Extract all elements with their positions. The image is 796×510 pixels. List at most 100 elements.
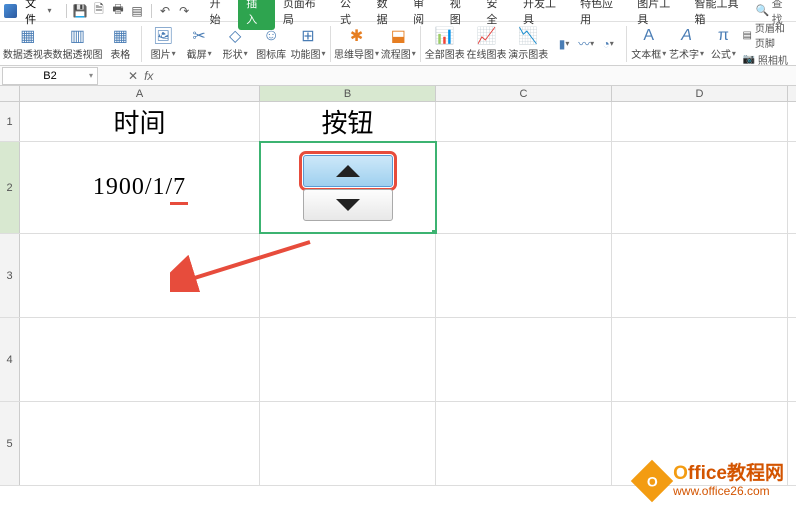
cell-b1[interactable]: 按钮: [260, 102, 436, 141]
picture-icon: 🖼: [153, 26, 173, 46]
screenshot-button[interactable]: ✂截屏▾: [182, 24, 216, 63]
separator: [141, 26, 142, 62]
cell-c3[interactable]: [436, 234, 612, 317]
cell-b2[interactable]: [260, 142, 436, 233]
spreadsheet: A B C D 1 时间 按钮 2 1900/1/7: [0, 86, 796, 486]
col-header-d[interactable]: D: [612, 86, 788, 101]
watermark: O Office教程网 www.office26.com: [637, 464, 784, 498]
row-4: 4: [0, 318, 796, 402]
bar-icon: ▮▾: [554, 34, 574, 54]
select-all-corner[interactable]: [0, 86, 20, 101]
cell-d4[interactable]: [612, 318, 788, 401]
picture-button[interactable]: 🖼图片▾: [146, 24, 180, 63]
demo-charts-button[interactable]: 📉演示图表: [508, 24, 548, 63]
line-icon: 〰▾: [576, 34, 596, 54]
row-header-3[interactable]: 3: [0, 234, 20, 317]
col-header-a[interactable]: A: [20, 86, 260, 101]
screenshot-icon: ✂: [189, 26, 209, 46]
undo-icon[interactable]: ↶: [158, 3, 173, 19]
watermark-badge-icon: O: [631, 460, 673, 502]
pivot-table-icon: ▦: [18, 26, 38, 46]
cancel-icon[interactable]: ✕: [128, 69, 138, 83]
print-icon[interactable]: 🖶: [111, 3, 126, 19]
cell-a4[interactable]: [20, 318, 260, 401]
triangle-up-icon: [336, 165, 360, 177]
func-chart-icon: ⊞: [298, 26, 318, 46]
shapes-button[interactable]: ◇形状▾: [218, 24, 252, 63]
pivot-chart-icon: ▥: [67, 26, 87, 46]
separator: [420, 26, 421, 62]
menu-bar: 文件 ▾ 💾 🗎 🖶 ▤ ↶ ↷ 开始 插入 页面布局 公式 数据 审阅 视图 …: [0, 0, 796, 22]
row-2: 2 1900/1/7: [0, 142, 796, 234]
cell-b3[interactable]: [260, 234, 436, 317]
spinner-up-button[interactable]: [303, 155, 393, 187]
header-footer-icon: ▤: [742, 30, 751, 41]
fx-icon[interactable]: fx: [144, 69, 153, 83]
redo-icon[interactable]: ↷: [177, 3, 192, 19]
save-as-icon[interactable]: 🗎: [91, 3, 106, 19]
col-header-b[interactable]: B: [260, 86, 436, 101]
cell-d2[interactable]: [612, 142, 788, 233]
row-header-5[interactable]: 5: [0, 402, 20, 485]
cell-d3[interactable]: [612, 234, 788, 317]
search-icon: 🔍: [756, 4, 770, 17]
cell-text: 按钮: [321, 103, 373, 140]
triangle-down-icon: [336, 199, 360, 211]
name-box-value: B2: [43, 70, 56, 82]
col-header-c[interactable]: C: [436, 86, 612, 101]
textbox-button[interactable]: A文本框▾: [631, 24, 667, 63]
cell-c4[interactable]: [436, 318, 612, 401]
cell-c2[interactable]: [436, 142, 612, 233]
cell-a1[interactable]: 时间: [20, 102, 260, 141]
name-box[interactable]: B2 ▾: [2, 67, 98, 85]
chart-icon: 📊: [435, 26, 455, 46]
mindmap-button[interactable]: ✱思维导图▾: [335, 24, 379, 63]
app-icon: [4, 4, 17, 18]
cell-b5[interactable]: [260, 402, 436, 485]
icon-lib-button[interactable]: ☺图标库: [254, 24, 288, 63]
camera-icon: 📷: [742, 54, 754, 65]
table-icon: ▦: [110, 26, 130, 46]
cell-b4[interactable]: [260, 318, 436, 401]
print-preview-icon[interactable]: ▤: [130, 3, 145, 19]
online-chart-icon: 📈: [477, 26, 497, 46]
cell-c5[interactable]: [436, 402, 612, 485]
tab-featured[interactable]: 特色应用: [572, 0, 629, 30]
cell-a3[interactable]: [20, 234, 260, 317]
pie-icon: ◔▾: [598, 34, 618, 54]
camera-button[interactable]: 📷照相机: [742, 52, 792, 67]
spinner-down-button[interactable]: [303, 189, 393, 221]
fill-handle[interactable]: [432, 230, 436, 233]
cell-a5[interactable]: [20, 402, 260, 485]
row-header-2[interactable]: 2: [0, 142, 20, 233]
cell-d1[interactable]: [612, 102, 788, 141]
equation-button[interactable]: π公式▾: [706, 24, 740, 63]
row-header-1[interactable]: 1: [0, 102, 20, 141]
pivot-chart-button[interactable]: ▥数据透视图: [54, 24, 102, 63]
wordart-button[interactable]: A艺术字▾: [669, 24, 705, 63]
equation-icon: π: [713, 26, 733, 46]
func-chart-button[interactable]: ⊞功能图▾: [290, 24, 326, 63]
pivot-table-button[interactable]: ▦数据透视表: [4, 24, 52, 63]
row-3: 3: [0, 234, 796, 318]
flowchart-button[interactable]: ⬓流程图▾: [380, 24, 416, 63]
separator: [626, 26, 627, 62]
all-charts-button[interactable]: 📊全部图表: [425, 24, 465, 63]
cell-a2[interactable]: 1900/1/7: [20, 142, 260, 233]
save-icon[interactable]: 💾: [72, 3, 87, 19]
separator: [151, 4, 152, 18]
mini-charts[interactable]: ▮▾ 〰▾ ◔▾: [550, 32, 622, 56]
chevron-down-icon: ▾: [89, 71, 93, 80]
table-button[interactable]: ▦表格: [103, 24, 137, 63]
separator: [66, 4, 67, 18]
header-footer-button[interactable]: ▤页眉和页脚: [742, 20, 792, 50]
mindmap-icon: ✱: [347, 26, 367, 46]
online-charts-button[interactable]: 📈在线图表: [467, 24, 507, 63]
cell-text: 时间: [113, 103, 165, 140]
cell-c1[interactable]: [436, 102, 612, 141]
row-1: 1 时间 按钮: [0, 102, 796, 142]
row-header-4[interactable]: 4: [0, 318, 20, 401]
chevron-down-icon: ▾: [47, 6, 51, 15]
demo-chart-icon: 📉: [518, 26, 538, 46]
ribbon: ▦数据透视表 ▥数据透视图 ▦表格 🖼图片▾ ✂截屏▾ ◇形状▾ ☺图标库 ⊞功…: [0, 22, 796, 66]
